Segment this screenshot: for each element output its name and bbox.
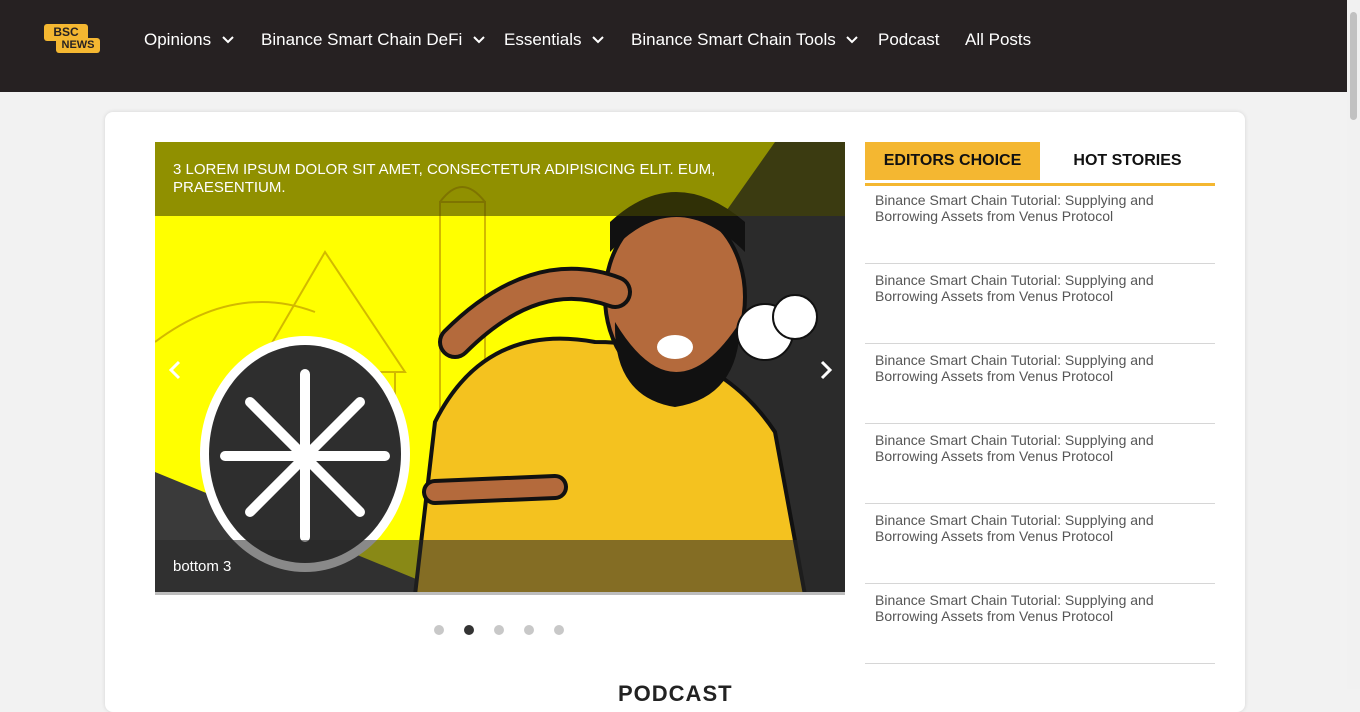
story-item[interactable]: Binance Smart Chain Tutorial: Supplying …	[865, 263, 1215, 344]
slider-dot-active[interactable]	[464, 625, 474, 635]
scrollbar-thumb[interactable]	[1350, 12, 1357, 120]
nav-label: Binance Smart Chain DeFi	[261, 30, 463, 49]
logo-bottom-text: NEWS	[56, 38, 100, 53]
nav-label: Essentials	[504, 30, 582, 49]
chevron-down-icon	[222, 35, 234, 43]
page-scrollbar[interactable]	[1347, 0, 1360, 689]
story-item[interactable]: Binance Smart Chain Tutorial: Supplying …	[865, 583, 1215, 664]
story-title: Binance Smart Chain Tutorial: Supplying …	[875, 272, 1154, 304]
tab-hot-stories[interactable]: HOT STORIES	[1040, 142, 1215, 180]
chevron-down-icon	[592, 35, 604, 43]
section-heading-podcast: PODCAST	[618, 681, 733, 706]
tab-editors-choice[interactable]: EDITORS CHOICE	[865, 142, 1040, 180]
featured-slider[interactable]: 3 LOREM IPSUM DOLOR SIT AMET, CONSECTETU…	[155, 142, 845, 595]
nav-essentials[interactable]: Essentials	[504, 30, 604, 50]
bsc-news-logo[interactable]: BSC NEWS	[44, 24, 100, 56]
story-title: Binance Smart Chain Tutorial: Supplying …	[875, 432, 1154, 464]
nav-label: All Posts	[965, 30, 1032, 49]
slider-dot[interactable]	[524, 625, 534, 635]
nav-label: Opinions	[144, 30, 212, 49]
chevron-right-icon[interactable]	[816, 360, 836, 380]
story-title: Binance Smart Chain Tutorial: Supplying …	[875, 592, 1154, 624]
nav-label: Binance Smart Chain Tools	[631, 30, 836, 49]
story-item[interactable]: Binance Smart Chain Tutorial: Supplying …	[865, 343, 1215, 424]
story-item[interactable]: Binance Smart Chain Tutorial: Supplying …	[865, 423, 1215, 504]
slider-progress-track	[155, 592, 845, 595]
slide-caption-overlay	[155, 540, 845, 592]
chevron-down-icon	[473, 35, 485, 43]
nav-all-posts[interactable]: All Posts	[965, 30, 1031, 50]
nav-podcast[interactable]: Podcast	[878, 30, 939, 50]
chevron-left-icon[interactable]	[165, 360, 185, 380]
slide-title[interactable]: 3 LOREM IPSUM DOLOR SIT AMET, CONSECTETU…	[173, 161, 793, 197]
story-title: Binance Smart Chain Tutorial: Supplying …	[875, 352, 1154, 384]
nav-bsc-defi[interactable]: Binance Smart Chain DeFi	[261, 30, 485, 50]
story-item[interactable]: Binance Smart Chain Tutorial: Supplying …	[865, 503, 1215, 584]
story-title: Binance Smart Chain Tutorial: Supplying …	[875, 512, 1154, 544]
story-title: Binance Smart Chain Tutorial: Supplying …	[875, 192, 1154, 224]
story-item[interactable]: Binance Smart Chain Tutorial: Supplying …	[865, 183, 1215, 264]
nav-label: Podcast	[878, 30, 940, 49]
slider-dot[interactable]	[434, 625, 444, 635]
nav-bsc-tools[interactable]: Binance Smart Chain Tools	[631, 30, 859, 50]
top-navigation-bar: BSC NEWS Opinions Binance Smart Chain De…	[0, 0, 1347, 92]
slide-caption: bottom 3	[173, 558, 232, 575]
nav-opinions[interactable]: Opinions	[144, 30, 234, 50]
chevron-down-icon	[846, 35, 859, 43]
sidebar-tabs: EDITORS CHOICE HOT STORIES	[865, 142, 1215, 186]
slider-dot[interactable]	[554, 625, 564, 635]
slider-dot[interactable]	[494, 625, 504, 635]
